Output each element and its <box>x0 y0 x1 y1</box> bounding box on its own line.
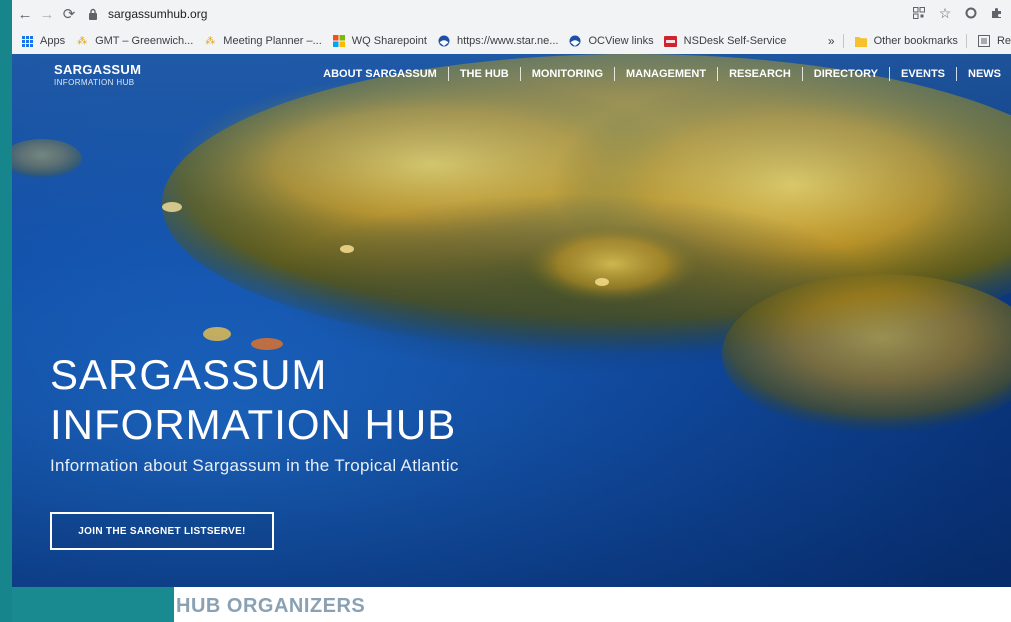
hero-title: SARGASSUM INFORMATION HUB <box>50 350 456 450</box>
puzzle-extension-icon[interactable] <box>989 3 1005 23</box>
bookmark-star-noaa[interactable]: https://www.star.ne... <box>437 34 559 48</box>
forward-arrow-icon[interactable]: → <box>36 3 58 25</box>
sea-overlay <box>12 54 1011 587</box>
nav-research[interactable]: RESEARCH <box>718 68 802 80</box>
lock-icon <box>88 8 102 20</box>
nav-about-sargassum[interactable]: ABOUT SARGASSUM <box>312 68 448 80</box>
folder-icon <box>854 34 868 48</box>
apps-grid-icon <box>20 34 34 48</box>
hero-title-line1: SARGASSUM <box>50 351 328 398</box>
hub-organizers-section: HUB ORGANIZERS <box>174 587 1011 622</box>
bookmark-meeting-planner[interactable]: ⁂ Meeting Planner –... <box>203 34 321 48</box>
bookmark-label: GMT – Greenwich... <box>95 35 194 47</box>
nav-directory[interactable]: DIRECTORY <box>803 68 889 80</box>
qr-code-icon[interactable] <box>911 3 927 23</box>
left-frame-strip <box>0 0 12 622</box>
section-heading: HUB ORGANIZERS <box>176 595 366 617</box>
reload-icon[interactable]: ⟳ <box>58 3 80 25</box>
bookmark-divider <box>965 34 967 48</box>
hero-subtitle: Information about Sargassum in the Tropi… <box>50 456 459 475</box>
reading-list-icon <box>977 34 991 48</box>
browser-toolbar-icons: ☆ <box>911 3 1005 23</box>
other-bookmarks-folder[interactable]: Other bookmarks <box>854 34 958 48</box>
site-navigation: ABOUT SARGASSUM THE HUB MONITORING MANAG… <box>312 67 1001 81</box>
join-listserve-button[interactable]: JOIN THE SARGNET LISTSERVE! <box>50 512 274 550</box>
bookmarks-overflow-button[interactable]: » <box>828 34 835 48</box>
bookmarks-bar-right: » Other bookmarks Re <box>828 28 1011 54</box>
bookmark-label: WQ Sharepoint <box>351 35 427 47</box>
nav-the-hub[interactable]: THE HUB <box>449 68 520 80</box>
address-row: ← → ⟳ sargassumhub.org ☆ <box>12 0 1011 28</box>
nav-monitoring[interactable]: MONITORING <box>521 68 614 80</box>
bookmark-gmt[interactable]: ⁂ GMT – Greenwich... <box>75 34 193 48</box>
now-favicon-icon <box>664 34 678 48</box>
address-bar[interactable]: sargassumhub.org <box>88 2 207 26</box>
bookmarks-bar: Apps ⁂ GMT – Greenwich... ⁂ Meeting Plan… <box>12 28 1011 54</box>
hero-banner: SARGASSUM INFORMATION HUB ABOUT SARGASSU… <box>12 54 1011 587</box>
windows-favicon-icon <box>332 34 346 48</box>
sparkle-favicon-icon: ⁂ <box>77 35 88 47</box>
nav-management[interactable]: MANAGEMENT <box>615 68 717 80</box>
logo-title: SARGASSUM <box>54 62 142 77</box>
sparkle-favicon-icon: ⁂ <box>205 35 216 47</box>
bookmark-apps[interactable]: Apps <box>20 34 65 48</box>
reading-list-label: Re <box>996 35 1011 47</box>
browser-chrome: ← → ⟳ sargassumhub.org ☆ Apps ⁂ GMT – Gr… <box>12 0 1011 54</box>
bookmark-label: Meeting Planner –... <box>223 35 322 47</box>
noaa-favicon-icon <box>568 34 582 48</box>
back-arrow-icon[interactable]: ← <box>14 3 36 25</box>
bookmark-label: Apps <box>40 35 66 47</box>
extension-circle-icon[interactable] <box>963 3 979 23</box>
bookmark-ocview[interactable]: OCView links <box>568 34 654 48</box>
logo-subtitle: INFORMATION HUB <box>54 78 135 87</box>
nav-news[interactable]: NEWS <box>957 68 1001 80</box>
reading-list-button[interactable]: Re <box>977 34 1011 48</box>
nav-events[interactable]: EVENTS <box>890 68 956 80</box>
url-text: sargassumhub.org <box>108 7 208 21</box>
star-bookmark-icon[interactable]: ☆ <box>937 3 953 23</box>
hero-title-line2: INFORMATION HUB <box>50 401 457 448</box>
bookmark-label: OCView links <box>588 35 654 47</box>
noaa-favicon-icon <box>437 34 451 48</box>
bookmark-nsdesk[interactable]: NSDesk Self-Service <box>664 34 787 48</box>
bookmark-divider <box>842 34 844 48</box>
other-bookmarks-label: Other bookmarks <box>873 35 958 47</box>
bookmark-label: https://www.star.ne... <box>456 35 559 47</box>
bookmark-wq-sharepoint[interactable]: WQ Sharepoint <box>332 34 427 48</box>
bookmark-label: NSDesk Self-Service <box>683 35 787 47</box>
site-logo[interactable]: SARGASSUM INFORMATION HUB <box>54 62 141 87</box>
